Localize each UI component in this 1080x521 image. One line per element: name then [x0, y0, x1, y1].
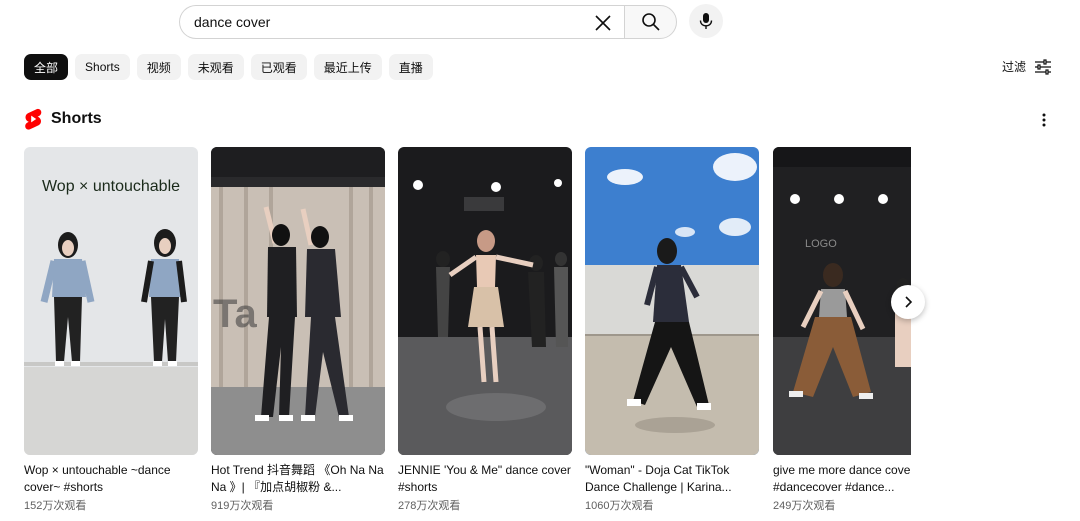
- short-view-count: 152万次观看: [24, 500, 87, 512]
- chip-unwatched[interactable]: 未观看: [187, 54, 244, 80]
- short-title[interactable]: Wop × untouchable ~dance cover~ #shorts: [24, 462, 198, 496]
- short-card[interactable]: LOGO give me more dance cover #dancecove…: [773, 147, 911, 513]
- short-card[interactable]: JENNIE 'You & Me" dance cover #shorts 27…: [398, 147, 572, 513]
- thumbnail-overlay-text: Wop × untouchable: [42, 178, 180, 195]
- shorts-section-header: Shorts: [24, 108, 102, 130]
- chip-recently-uploaded[interactable]: 最近上传: [313, 54, 382, 80]
- search-input[interactable]: [194, 14, 574, 30]
- chip-shorts[interactable]: Shorts: [75, 54, 130, 80]
- short-title[interactable]: give me more dance cover #dancecover #da…: [773, 462, 911, 496]
- short-card[interactable]: Ta Hot Trend 抖音舞蹈 《Oh Na Na Na 》| 『加点胡椒粉…: [211, 147, 385, 513]
- svg-text:Ta: Ta: [213, 292, 257, 336]
- short-card[interactable]: "Woman" - Doja Cat TikTok Dance Challeng…: [585, 147, 759, 513]
- short-thumbnail[interactable]: [398, 147, 572, 455]
- search-box[interactable]: [179, 5, 624, 39]
- search-button[interactable]: [624, 5, 677, 39]
- short-card[interactable]: Wop × untouchable Wop × untouchable ~dan: [24, 147, 198, 513]
- search-icon: [641, 13, 660, 31]
- shelf-next-button[interactable]: [891, 285, 925, 319]
- short-view-count: 1060万次观看: [585, 500, 654, 512]
- filter-sliders-icon: [1035, 58, 1051, 75]
- search-bar: [179, 5, 677, 39]
- filter-button[interactable]: 过滤: [1002, 58, 1052, 75]
- filter-label: 过滤: [1001, 60, 1026, 74]
- filter-chips: 全部 Shorts 视频 未观看 已观看 最近上传 直播: [24, 54, 433, 80]
- short-view-count: 278万次观看: [398, 500, 461, 512]
- short-title[interactable]: "Woman" - Doja Cat TikTok Dance Challeng…: [585, 462, 759, 496]
- chip-live[interactable]: 直播: [388, 54, 433, 80]
- clear-search-icon[interactable]: [592, 12, 614, 34]
- chip-watched[interactable]: 已观看: [250, 54, 307, 80]
- short-title[interactable]: Hot Trend 抖音舞蹈 《Oh Na Na Na 》| 『加点胡椒粉 &.…: [211, 462, 385, 496]
- section-more-button[interactable]: [1034, 110, 1054, 130]
- chip-videos[interactable]: 视频: [136, 54, 181, 80]
- shorts-section-title: Shorts: [51, 110, 102, 127]
- microphone-icon: [699, 13, 713, 29]
- chip-all[interactable]: 全部: [24, 54, 69, 80]
- svg-text:LOGO: LOGO: [805, 238, 837, 250]
- shorts-shelf: Wop × untouchable Wop × untouchable ~dan: [24, 147, 911, 521]
- short-title[interactable]: JENNIE 'You & Me" dance cover #shorts: [398, 462, 572, 496]
- chevron-right-icon: [905, 296, 913, 308]
- short-thumbnail[interactable]: [585, 147, 759, 455]
- more-vert-icon: [1042, 113, 1046, 127]
- short-view-count: 249万次观看: [773, 500, 836, 512]
- short-thumbnail[interactable]: Wop × untouchable: [24, 147, 198, 455]
- short-view-count: 919万次观看: [211, 500, 274, 512]
- short-thumbnail[interactable]: Ta: [211, 147, 385, 455]
- voice-search-button[interactable]: [689, 4, 723, 38]
- shorts-logo-icon: [25, 108, 42, 130]
